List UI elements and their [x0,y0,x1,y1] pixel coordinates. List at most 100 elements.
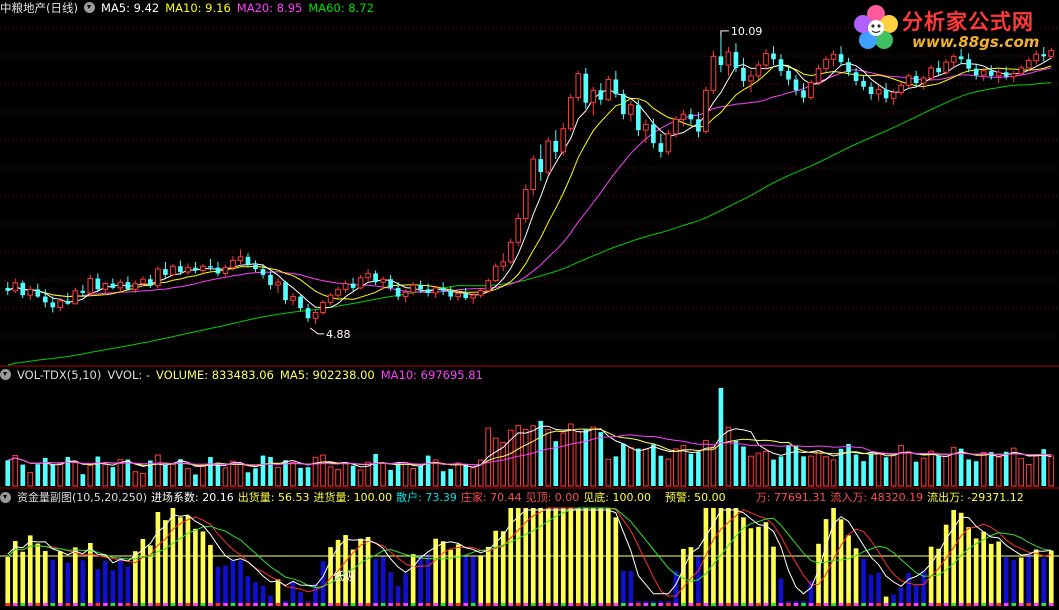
volume-bar-down [373,453,378,486]
jdi-label: 见底: 100.00 [583,491,651,504]
capital-base-tick [733,603,739,606]
capital-bar-yellow [530,508,536,606]
volume-bar-down [95,456,101,486]
capital-bar-yellow [613,517,619,606]
candle-body-up [132,283,139,290]
volume-header: VOL-TDX(5,10) VVOL: - VOLUME: 833483.06 MA5… [0,367,489,384]
volume-bar-down [936,455,941,486]
capital-bar-blue [103,560,108,606]
capital-base-tick [493,603,499,606]
volume-bar-down [801,456,806,486]
capital-bar-yellow [741,517,746,606]
candle-body-down [771,53,776,60]
capital-bar-yellow [5,557,11,606]
dropdown-circle-icon[interactable] [0,369,11,380]
candle-body-down [658,143,664,152]
capital-bar-yellow [996,541,1002,606]
capital-base-tick [170,603,176,606]
capital-base-tick [793,603,799,606]
chart-stage[interactable]: 10.09 4.88 低吸 中粮地产(日线) MA5: 9.42 MA10: 9.16… [0,0,1059,610]
capital-base-tick [636,603,641,606]
candle-body-down [846,62,851,73]
candle-body-down [696,119,701,132]
capital-bar-yellow [455,544,461,606]
capital-base-tick [538,603,544,606]
capital-bar-yellow [590,508,596,606]
capital-bar-yellow [605,508,611,606]
candle-body-down [861,80,866,87]
capital-bar-yellow [973,538,979,606]
candle-body-down [553,141,559,152]
volume-bar-down [448,468,454,486]
capital-base-tick [756,603,761,606]
volume-bar-down [613,456,619,486]
candle-body-down [913,75,919,84]
capital-bar-blue [118,557,123,606]
capital-base-tick [560,603,566,606]
candle-body-up [567,97,574,130]
candle-body-down [110,283,116,288]
capital-base-tick [283,603,288,606]
candle-body-up [665,133,672,153]
capital-base-tick [470,603,476,606]
capital-base-tick [65,603,71,606]
dropdown-circle-icon[interactable] [0,491,11,503]
capital-bar-blue [1011,560,1017,606]
chl-label: 出货量: 56.53 [237,491,310,504]
capital-base-tick [823,603,829,606]
vvol-label: VVOL: - [107,368,151,382]
volume-bar-down [305,467,311,486]
capital-base-tick [771,603,776,606]
site-logo: 分析家公式网 www.88gs.com [850,2,1055,54]
candle-body-up [410,284,416,293]
capital-base-tick [365,603,371,606]
candle-body-up [470,294,477,299]
capital-bar-blue [260,585,266,606]
capital-base-tick [530,603,536,606]
candle-body-down [283,282,288,301]
capital-base-tick [215,603,221,606]
capital-bar-blue [861,558,866,606]
capital-base-tick [335,603,341,606]
kline-chart-canvas[interactable]: 10.09 4.88 低吸 [0,0,1059,610]
capital-bar-yellow [275,579,281,606]
capital-base-tick [921,603,926,606]
capital-base-tick [373,603,378,606]
candle-body-down [973,68,979,76]
capital-base-tick [981,603,987,606]
dropdown-circle-icon[interactable] [83,2,95,13]
candle-body-down [636,104,641,131]
capital-bar-blue [380,555,386,606]
candle-body-down [538,159,544,173]
capital-base-tick [27,603,33,606]
capital-bar-blue [673,570,679,606]
capital-base-tick [876,603,881,606]
candle-body-up [763,52,769,66]
candle-body-up [117,281,124,289]
volume-bar-down [598,432,604,486]
capital-base-tick [711,603,716,606]
capital-base-tick [696,603,701,606]
capital-base-tick [125,603,131,606]
capital-bar-blue [906,573,911,606]
capital-bar-blue [50,559,56,606]
capital-base-tick [448,603,454,606]
capital-bar-yellow [568,508,574,606]
candle-body-down [163,269,168,275]
capital-bar-yellow [42,550,48,606]
capital-bar-yellow [711,508,716,606]
candle-body-up [275,281,281,286]
candle-body-down [388,279,393,288]
volume-bar-down [388,469,393,486]
candle-body-up [507,241,514,263]
capital-base-tick [410,603,416,606]
capital-bar-yellow [178,517,183,606]
capital-base-tick [290,603,296,606]
vol-ma5-label: MA5: 902238.00 [279,368,375,382]
capital-bar-blue [320,561,326,606]
capital-base-tick [853,603,859,606]
volume-bar-down [208,457,213,486]
candle-body-down [598,90,604,100]
volume-bar-down [636,448,641,486]
volume-bar-down [966,459,971,486]
